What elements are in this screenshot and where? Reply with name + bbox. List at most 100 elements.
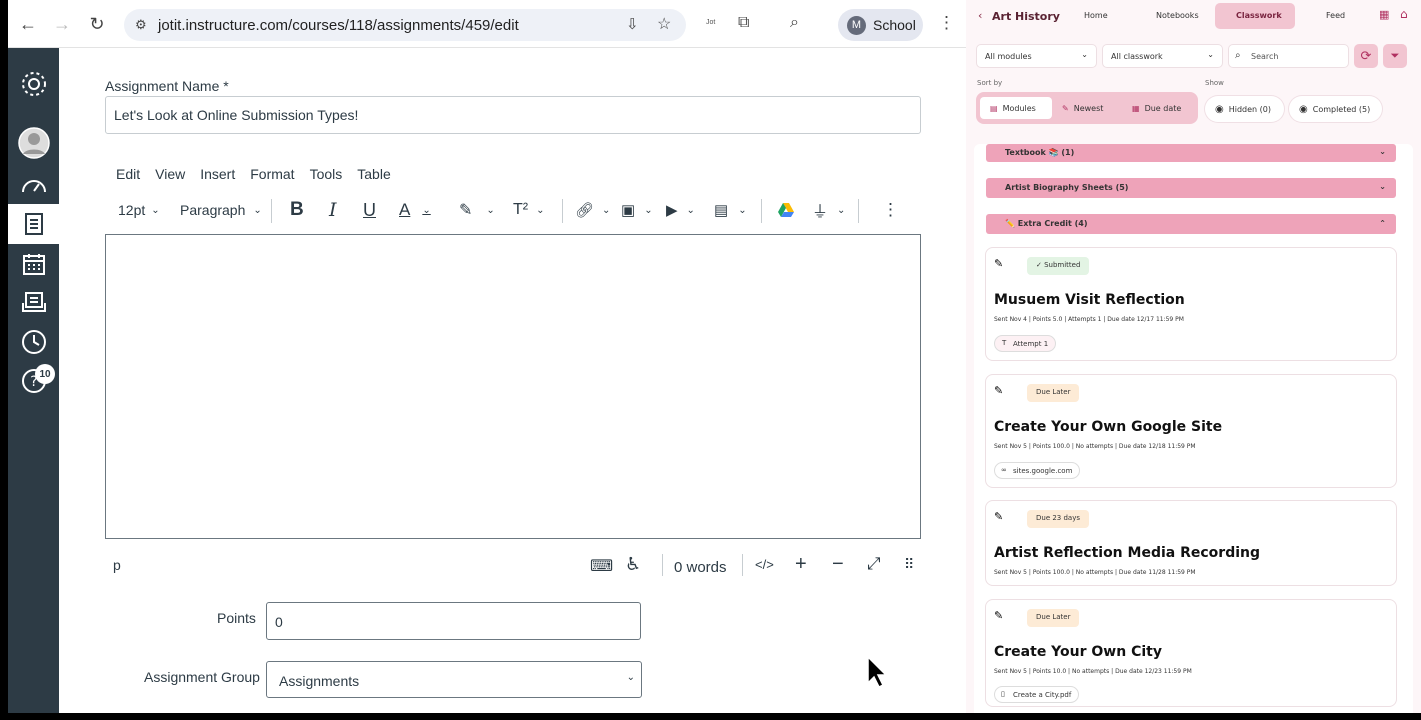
menu-view[interactable]: View [155,166,185,182]
link-chip[interactable]: ∞ sites.google.com [994,462,1081,479]
calendar-icon[interactable]: ▦ [1379,8,1389,21]
profile-chip[interactable]: M School [838,9,923,41]
jot-extension-icon[interactable]: Jot [706,19,715,26]
link-chip-label: sites.google.com [1013,467,1073,475]
link-icon[interactable]: 🔗︎ ⌄ [575,196,610,224]
assignment-card[interactable]: ✎ Due 23 days Artist Reflection Media Re… [985,500,1397,586]
more-tools-icon[interactable]: ⋮ [882,196,899,224]
canvas-logo-icon[interactable] [8,64,59,104]
card-meta: Sent Nov 5 | Points 100.0 | No attempts … [994,569,1196,576]
history-clock-icon[interactable] [8,322,59,362]
home-icon[interactable]: ⌂ [1400,7,1408,21]
keyboard-icon[interactable]: ⌨ [590,556,613,576]
bookmark-star-icon[interactable]: ☆ [657,14,671,34]
refresh-icon[interactable]: ⟳ [1354,44,1378,68]
install-icon[interactable]: ⇩ [626,15,639,33]
extensions-puzzle-icon[interactable]: ⧉ [738,14,749,32]
module-extra-credit[interactable]: ✏️ Extra Credit (4) ⌃ [986,214,1396,234]
module-artist-bio[interactable]: Artist Biography Sheets (5) ⌄ [986,178,1396,198]
card-title[interactable]: Musuem Visit Reflection [994,292,1185,308]
inbox-icon[interactable] [8,282,59,322]
menu-edit[interactable]: Edit [116,166,140,182]
forward-icon[interactable]: → [50,12,74,36]
tab-home[interactable]: Home [1084,11,1108,20]
menu-insert[interactable]: Insert [200,166,235,182]
assignment-name-input[interactable]: Let's Look at Online Submission Types! [105,96,921,134]
edit-icon[interactable]: ✎ [994,609,1008,623]
more-menu-icon[interactable]: ⋮ [938,13,955,33]
show-hidden-toggle[interactable]: ◉ Hidden (0) [1205,96,1284,122]
account-icon[interactable] [8,123,59,163]
calendar-icon[interactable] [8,244,59,284]
attempt-chip[interactable]: T Attempt 1 [994,335,1057,352]
tab-classwork[interactable]: Classwork [1236,11,1282,20]
browser-window: ← → ↻ ⚙ jotit.instructure.com/courses/11… [8,0,966,713]
assignment-card[interactable]: ✎ ✓ Submitted Musuem Visit Reflection Se… [985,247,1397,361]
tab-notebooks[interactable]: Notebooks [1156,11,1199,20]
tab-search-icon[interactable]: ⌕ [790,14,799,32]
accessibility-icon[interactable]: ♿︎ [625,554,641,575]
assignment-group-select[interactable]: Assignments ⌄ [266,661,642,698]
menu-table[interactable]: Table [357,166,390,182]
address-bar[interactable]: ⚙ jotit.instructure.com/courses/118/assi… [124,9,686,41]
google-drive-icon[interactable] [778,196,794,224]
menu-format[interactable]: Format [250,166,294,182]
edit-icon[interactable]: ✎ [994,384,1008,398]
module-textbook[interactable]: Textbook 📚 (1) ⌄ [986,144,1396,162]
zoom-in-icon[interactable]: + [795,553,807,576]
superscript-icon[interactable]: T² ⌄ [513,196,545,224]
show-completed-toggle[interactable]: ◉ Completed (5) [1289,96,1382,122]
italic-icon[interactable]: I [329,196,337,224]
rich-text-editor[interactable] [105,234,921,539]
apps-plug-icon[interactable]: ⏚ ⌄ [812,196,845,224]
zoom-out-icon[interactable]: − [832,553,844,576]
text-color-icon[interactable]: A ⌄ [399,196,431,224]
bold-icon[interactable]: B [290,196,304,224]
tab-feed[interactable]: Feed [1326,11,1345,20]
menu-tools[interactable]: Tools [310,166,343,182]
assignment-card[interactable]: ✎ Due Later Create Your Own City Sent No… [985,599,1397,707]
toolbar-divider [271,199,272,223]
back-icon[interactable]: ← [16,12,40,36]
card-points: Points 100.0 [1032,569,1070,576]
highlight-icon[interactable]: ✎ ⌄ [459,196,495,224]
chevron-down-icon: ⌄ [253,204,262,216]
search-input[interactable]: ⌕ Search [1228,44,1349,68]
points-input[interactable]: 0 [266,602,641,640]
underline-icon[interactable]: U [363,196,376,224]
status-badge-label: Submitted [1044,261,1081,269]
html-editor-icon[interactable]: </> [755,557,774,572]
document-icon[interactable]: ▤ ⌄ [714,196,747,224]
attempt-chip-label: Attempt 1 [1013,340,1049,348]
dashboard-icon[interactable] [8,164,59,204]
word-count[interactable]: 0 words [674,559,727,576]
sort-newest-button[interactable]: ✎ Newest [1058,97,1120,119]
media-icon[interactable]: ▶ ⌄ [666,196,695,224]
fullscreen-icon[interactable]: ⤢ [867,554,881,574]
modules-icon: ▤ [990,103,998,113]
card-title[interactable]: Create Your Own Google Site [994,419,1222,435]
image-icon[interactable]: ▣ ⌄ [621,196,653,224]
reload-icon[interactable]: ↻ [85,12,109,36]
module-filter-select[interactable]: All modules ⌄ [976,44,1097,68]
card-title[interactable]: Create Your Own City [994,644,1162,660]
filter-icon[interactable]: ⏷ [1383,44,1407,68]
edit-icon[interactable]: ✎ [994,510,1008,524]
chevron-down-icon: ⌄ [151,204,160,216]
back-chevron-icon[interactable]: ‹ [978,9,982,22]
sort-modules-button[interactable]: ▤ Modules [980,97,1052,119]
card-title[interactable]: Artist Reflection Media Recording [994,545,1260,561]
file-chip[interactable]: ▯ Create a City.pdf [994,686,1080,703]
resize-handle-icon[interactable]: ⠿ [904,556,914,573]
block-format-select[interactable]: Paragraph ⌄ [180,196,262,224]
chevron-down-icon: ⌄ [1081,50,1088,59]
courses-icon[interactable] [8,204,59,244]
course-title[interactable]: Art History [992,10,1060,23]
classwork-filter-select[interactable]: All classwork ⌄ [1102,44,1223,68]
sort-duedate-button[interactable]: ▦ Due date [1128,97,1196,119]
edit-icon[interactable]: ✎ [994,257,1008,271]
font-size-select[interactable]: 12pt ⌄ [118,196,160,224]
assignment-card[interactable]: ✎ Due Later Create Your Own Google Site … [985,374,1397,488]
card-attempts: No attempts [1071,668,1110,675]
site-settings-icon[interactable]: ⚙ [135,17,147,33]
